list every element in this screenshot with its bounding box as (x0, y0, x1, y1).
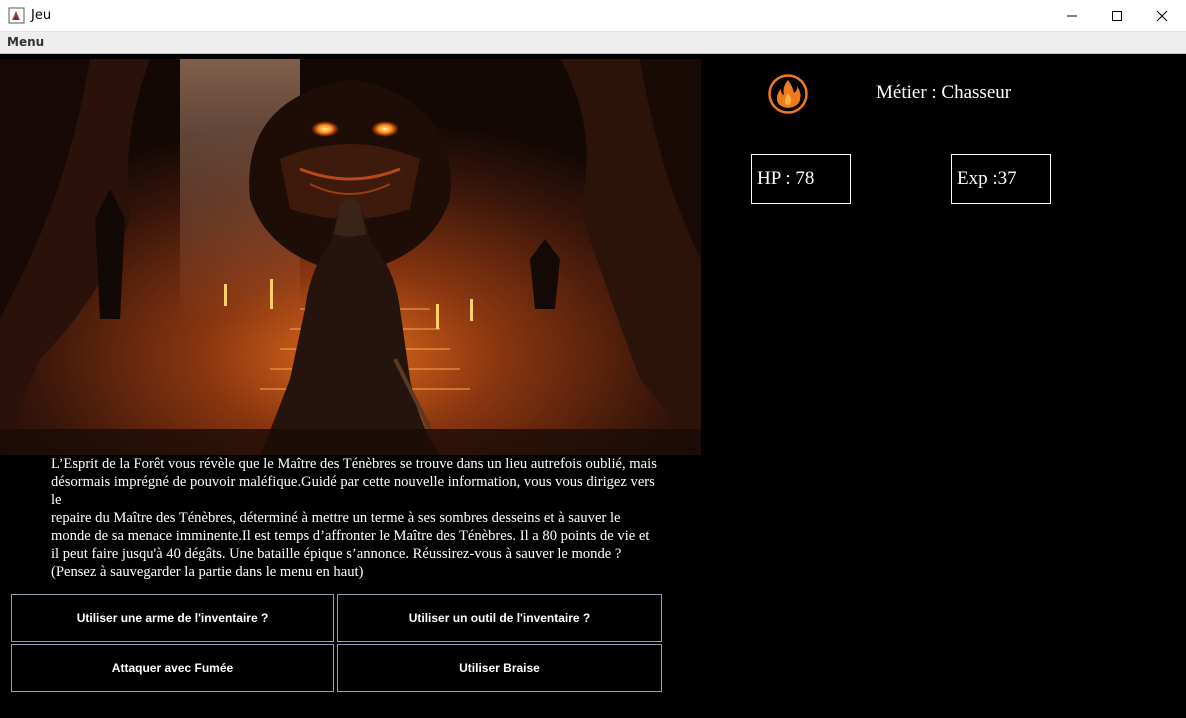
class-label: Métier : Chasseur (876, 82, 1012, 103)
close-button[interactable] (1139, 0, 1185, 31)
story-line: il peut faire jusqu'à 40 dégâts. Une bat… (51, 546, 622, 562)
attack-fumee-button[interactable]: Attaquer avec Fumée (11, 644, 334, 692)
java-app-icon (8, 7, 25, 24)
story-line: (Pensez à sauvegarder la partie dans le … (51, 564, 364, 580)
maximize-button[interactable] (1094, 0, 1140, 31)
window-title: Jeu (31, 8, 52, 23)
hooded-hero-facing-demon-image (0, 59, 701, 455)
story-line: monde de sa menace imminente.Il est temp… (51, 528, 650, 544)
exp-box: Exp :37 (951, 154, 1051, 204)
close-icon (1156, 10, 1168, 21)
menu-bar: Menu (0, 32, 1186, 54)
story-text: L’Esprit de la Forêt vous révèle que le … (51, 455, 666, 581)
use-tool-button[interactable]: Utiliser un outil de l'inventaire ? (337, 594, 662, 642)
hp-box: HP : 78 (751, 154, 851, 204)
maximize-icon (1112, 10, 1122, 21)
menu-button[interactable]: Menu (7, 35, 44, 49)
story-line: L’Esprit de la Forêt vous révèle que le … (51, 456, 657, 472)
fire-icon (768, 74, 808, 114)
story-line: désormais imprégné de pouvoir maléfique.… (51, 474, 655, 508)
minimize-button[interactable] (1049, 0, 1095, 31)
use-braise-button[interactable]: Utiliser Braise (337, 644, 662, 692)
hp-value: HP : 78 (757, 168, 815, 189)
title-bar: Jeu (0, 0, 1186, 32)
scene-illustration (0, 59, 701, 455)
action-buttons: Utiliser une arme de l'inventaire ? Util… (11, 594, 662, 694)
use-weapon-button[interactable]: Utiliser une arme de l'inventaire ? (11, 594, 334, 642)
exp-value: Exp :37 (957, 168, 1017, 189)
story-line: repaire du Maître des Ténèbres, détermin… (51, 510, 621, 526)
minimize-icon (1067, 15, 1077, 16)
